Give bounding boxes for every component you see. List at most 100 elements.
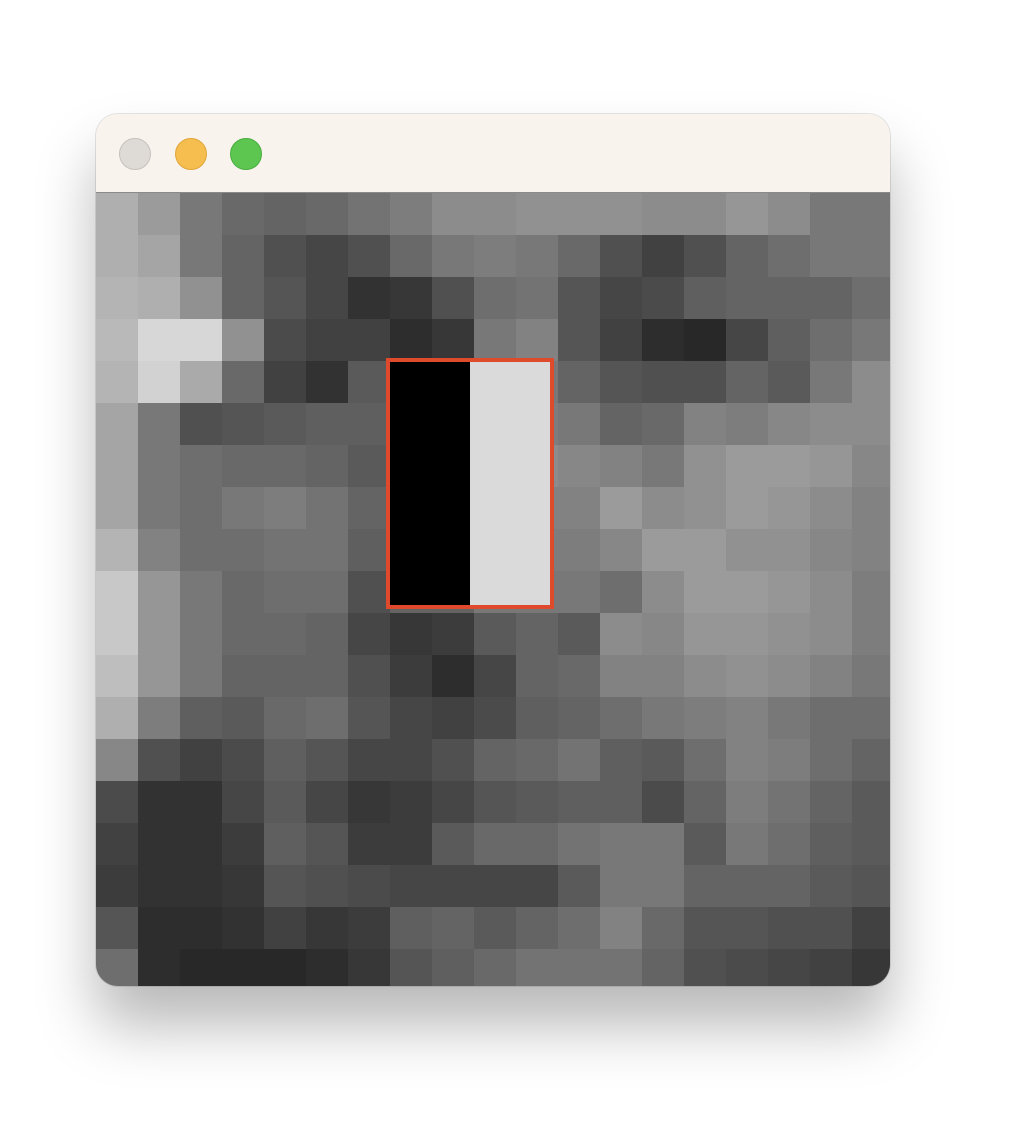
pixel-cell — [432, 613, 474, 655]
minimize-button[interactable] — [175, 138, 207, 170]
pixel-cell — [222, 739, 264, 781]
pixel-cell — [726, 907, 768, 949]
pixel-cell — [642, 277, 684, 319]
pixel-cell — [138, 361, 180, 403]
pixel-cell — [516, 949, 558, 986]
pixel-cell — [852, 823, 890, 865]
pixel-cell — [516, 319, 558, 361]
pixel-cell — [516, 823, 558, 865]
pixel-cell — [264, 739, 306, 781]
pixel-cell — [684, 781, 726, 823]
pixel-cell — [726, 445, 768, 487]
pixel-cell — [684, 445, 726, 487]
pixel-cell — [558, 781, 600, 823]
pixel-cell — [306, 655, 348, 697]
pixel-cell — [600, 739, 642, 781]
pixel-cell — [810, 445, 852, 487]
pixel-cell — [600, 907, 642, 949]
pixel-cell — [684, 319, 726, 361]
pixel-cell — [768, 361, 810, 403]
pixel-cell — [768, 235, 810, 277]
pixel-cell — [306, 277, 348, 319]
pixel-cell — [348, 781, 390, 823]
pixel-cell — [96, 445, 138, 487]
pixel-cell — [138, 403, 180, 445]
pixel-cell — [432, 235, 474, 277]
zoom-button[interactable] — [230, 138, 262, 170]
pixel-cell — [600, 445, 642, 487]
app-window — [96, 114, 890, 986]
pixel-cell — [390, 697, 432, 739]
pixel-cell — [138, 949, 180, 986]
pixel-cell — [852, 529, 890, 571]
pixel-cell — [810, 655, 852, 697]
pixel-cell — [642, 403, 684, 445]
pixel-cell — [474, 613, 516, 655]
pixel-cell — [516, 655, 558, 697]
pixel-cell — [810, 277, 852, 319]
pixel-cell — [768, 907, 810, 949]
pixel-cell — [222, 235, 264, 277]
pixel-cell — [96, 403, 138, 445]
pixel-cell — [432, 277, 474, 319]
pixel-cell — [600, 823, 642, 865]
pixel-cell — [684, 613, 726, 655]
pixel-cell — [348, 613, 390, 655]
pixel-cell — [810, 403, 852, 445]
pixel-cell — [180, 781, 222, 823]
pixel-cell — [264, 613, 306, 655]
pixel-cell — [432, 823, 474, 865]
pixel-cell — [96, 193, 138, 235]
pixel-cell — [264, 949, 306, 986]
pixel-cell — [810, 235, 852, 277]
pixel-cell — [432, 907, 474, 949]
pixel-cell — [768, 823, 810, 865]
pixel-cell — [138, 655, 180, 697]
pixel-cell — [432, 655, 474, 697]
pixel-cell — [138, 319, 180, 361]
pixel-cell — [852, 781, 890, 823]
pixel-cell — [726, 739, 768, 781]
pixel-cell — [558, 277, 600, 319]
pixel-cell — [348, 865, 390, 907]
pixel-cell — [600, 949, 642, 986]
pixel-cell — [180, 655, 222, 697]
pixel-cell — [306, 571, 348, 613]
pixel-cell — [222, 907, 264, 949]
pixel-cell — [306, 319, 348, 361]
image-canvas — [96, 193, 890, 986]
pixel-cell — [558, 823, 600, 865]
pixel-cell — [348, 193, 390, 235]
pixel-cell — [684, 193, 726, 235]
pixel-cell — [390, 655, 432, 697]
pixel-cell — [768, 193, 810, 235]
pixel-cell — [852, 361, 890, 403]
pixel-cell — [810, 361, 852, 403]
pixel-cell — [180, 907, 222, 949]
pixel-cell — [558, 319, 600, 361]
pixel-cell — [684, 697, 726, 739]
pixel-cell — [642, 571, 684, 613]
pixel-cell — [852, 319, 890, 361]
pixel-cell — [642, 613, 684, 655]
pixel-cell — [810, 697, 852, 739]
pixel-cell — [306, 361, 348, 403]
pixel-cell — [810, 823, 852, 865]
close-button[interactable] — [119, 138, 151, 170]
pixel-cell — [306, 487, 348, 529]
pixel-cell — [96, 235, 138, 277]
pixel-cell — [810, 529, 852, 571]
pixel-cell — [138, 445, 180, 487]
pixel-cell — [306, 949, 348, 986]
title-bar[interactable] — [96, 114, 890, 193]
pixel-cell — [96, 361, 138, 403]
pixel-cell — [768, 277, 810, 319]
pixel-cell — [600, 655, 642, 697]
pixel-cell — [726, 613, 768, 655]
pixel-cell — [726, 697, 768, 739]
pixel-cell — [306, 781, 348, 823]
pixel-cell — [390, 235, 432, 277]
pixel-cell — [684, 655, 726, 697]
pixel-cell — [600, 193, 642, 235]
pixel-cell — [558, 865, 600, 907]
